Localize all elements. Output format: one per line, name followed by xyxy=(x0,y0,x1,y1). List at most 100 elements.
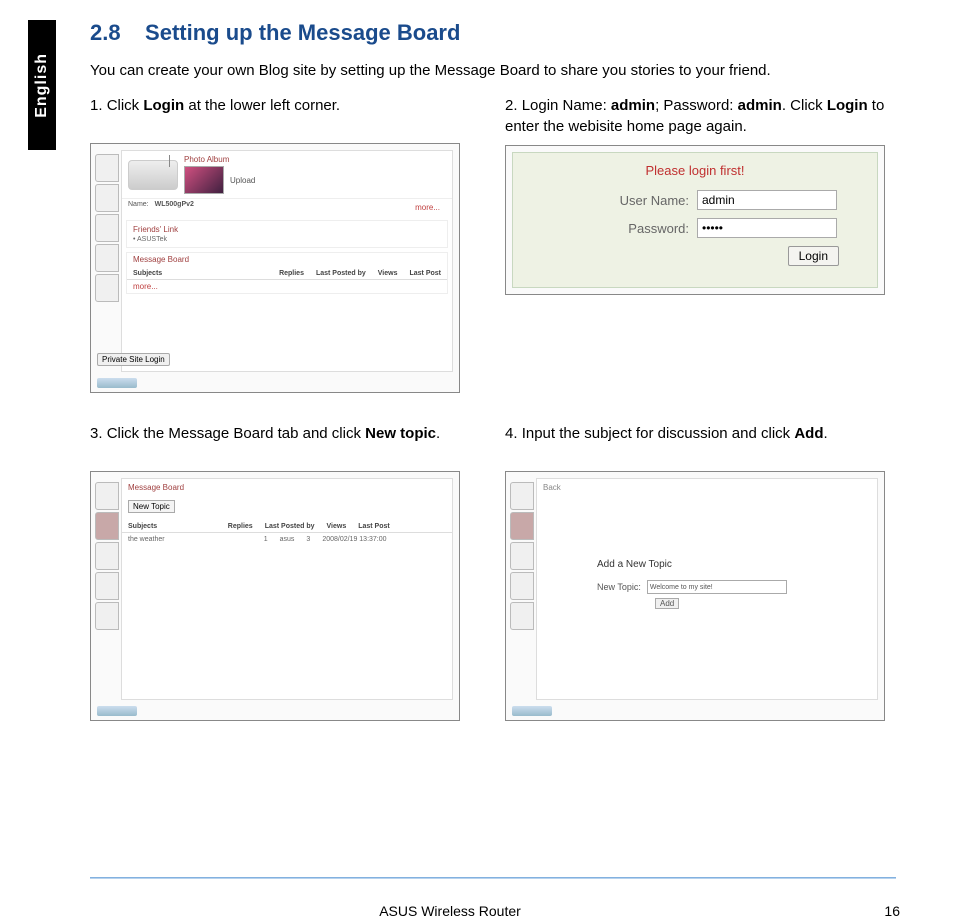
col-views: Views xyxy=(378,270,398,277)
friends-link-item: • ASUSTek xyxy=(133,236,441,243)
friends-link-title: Friends' Link xyxy=(133,225,441,234)
step-2-b2: admin xyxy=(738,97,782,114)
login-prompt: Please login first! xyxy=(523,163,867,178)
screenshot-step-3: Message Board New Topic Subjects Replies… xyxy=(90,471,460,721)
password-input: ••••• xyxy=(697,218,837,238)
message-board-title: Message Board xyxy=(127,253,447,266)
mb-row: the weather 1 asus 3 2008/02/19 13:37:00 xyxy=(122,533,452,546)
mini-tab-active xyxy=(510,512,534,540)
step-2-num: 2. xyxy=(505,97,518,114)
row-lastby: asus xyxy=(280,536,295,543)
login-panel: Please login first! User Name: admin Pas… xyxy=(512,152,878,288)
mini-tab xyxy=(95,274,119,302)
section-heading: 2.8 Setting up the Message Board xyxy=(90,20,890,46)
mini-tab xyxy=(95,244,119,272)
photo-album-title: Photo Album xyxy=(184,155,446,164)
step-2-b1: admin xyxy=(611,97,655,114)
mini-main-panel: Photo Album Upload Name: WL500gPv2 xyxy=(121,150,453,372)
row-lastpost: 2008/02/19 13:37:00 xyxy=(322,536,446,543)
step-3-text: 3. Click the Message Board tab and click… xyxy=(90,423,475,463)
add-button: Add xyxy=(655,598,679,609)
step-3-pre: Click the Message Board tab and click xyxy=(107,425,365,442)
login-button: Login xyxy=(788,246,839,266)
mini-tab xyxy=(95,602,119,630)
step-2-pre: Login Name: xyxy=(522,97,611,114)
step-3-bold: New topic xyxy=(365,425,436,442)
step-4-post: . xyxy=(824,425,828,442)
mini-tab xyxy=(95,214,119,242)
login-user-row: User Name: admin xyxy=(523,190,867,210)
mini-main-panel: Back Add a New Topic New Topic: Welcome … xyxy=(536,478,878,700)
col-lastpost: Last Post xyxy=(409,270,441,277)
col-replies: Replies xyxy=(279,270,304,277)
private-site-login-button: Private Site Login xyxy=(97,353,170,366)
screenshot-step-2: Please login first! User Name: admin Pas… xyxy=(505,145,885,295)
album-thumbnail xyxy=(184,166,224,194)
step-4-pre: Input the subject for discussion and cli… xyxy=(522,425,795,442)
username-input: admin xyxy=(697,190,837,210)
row-subject: the weather xyxy=(128,536,252,543)
step-2-text: 2. Login Name: admin; Password: admin. C… xyxy=(505,95,890,137)
mb-table-head: Subjects Replies Last Posted by Views La… xyxy=(122,521,452,533)
asus-logo xyxy=(512,706,552,716)
router-icon xyxy=(128,160,178,190)
password-label: Password: xyxy=(599,221,689,236)
name-label: Name: xyxy=(128,201,149,214)
add-topic-title: Add a New Topic xyxy=(597,559,847,570)
mini-header: Photo Album Upload xyxy=(122,151,452,199)
username-label: User Name: xyxy=(599,193,689,208)
asus-logo xyxy=(97,378,137,388)
more-link: more... xyxy=(409,201,446,214)
footer-title: ASUS Wireless Router xyxy=(0,903,900,919)
row-replies: 1 xyxy=(264,536,268,543)
friends-link-section: Friends' Link • ASUSTek xyxy=(126,220,448,248)
step-3-post: . xyxy=(436,425,440,442)
mb-more: more... xyxy=(127,280,447,293)
mini-tab xyxy=(95,572,119,600)
heading-text: Setting up the Message Board xyxy=(145,20,460,45)
language-tab-label: English xyxy=(33,53,51,118)
mini-main-panel: Message Board New Topic Subjects Replies… xyxy=(121,478,453,700)
step-1-post: at the lower left corner. xyxy=(184,97,340,114)
step-1-text: 1. Click Login at the lower left corner. xyxy=(90,95,475,135)
col-subjects: Subjects xyxy=(128,523,216,530)
message-board-section: Message Board Subjects Replies Last Post… xyxy=(126,252,448,294)
col-lastpost: Last Post xyxy=(358,523,446,530)
new-topic-input: Welcome to my site! xyxy=(647,580,787,594)
mini-tab xyxy=(510,482,534,510)
step-4-bold: Add xyxy=(794,425,823,442)
mini-tab xyxy=(510,572,534,600)
name-value: WL500gPv2 xyxy=(155,201,194,214)
col-views: Views xyxy=(327,523,347,530)
mini-tab xyxy=(95,482,119,510)
col-replies: Replies xyxy=(228,523,253,530)
col-lastby: Last Posted by xyxy=(316,270,366,277)
footer-rule xyxy=(90,877,896,879)
add-topic-row: New Topic: Welcome to my site! xyxy=(597,580,847,594)
mini-tab xyxy=(95,154,119,182)
asus-logo xyxy=(97,706,137,716)
heading-number: 2.8 xyxy=(90,20,121,45)
album-upload-label: Upload xyxy=(230,176,255,185)
mini-tabs xyxy=(95,154,119,302)
new-topic-label: New Topic: xyxy=(597,582,641,592)
step-2-mid: ; Password: xyxy=(655,97,738,114)
login-pass-row: Password: ••••• xyxy=(523,218,867,238)
screenshot-step-1: Photo Album Upload Name: WL500gPv2 xyxy=(90,143,460,393)
col-lastby: Last Posted by xyxy=(265,523,315,530)
step-1-bold: Login xyxy=(143,97,184,114)
step-3-num: 3. xyxy=(90,425,103,442)
step-2-b3: Login xyxy=(827,97,868,114)
mini-tabs xyxy=(95,482,119,630)
col-subjects: Subjects xyxy=(133,270,267,277)
step-4-text: 4. Input the subject for discussion and … xyxy=(505,423,890,463)
mb-title: Message Board xyxy=(122,479,452,496)
mini-tabs xyxy=(510,482,534,630)
row-views: 3 xyxy=(306,536,310,543)
mb-table-head: Subjects Replies Last Posted by Views La… xyxy=(127,268,447,280)
mini-tab-active xyxy=(95,512,119,540)
new-topic-button: New Topic xyxy=(128,500,175,513)
intro-text: You can create your own Blog site by set… xyxy=(90,60,890,81)
mini-tab xyxy=(510,602,534,630)
mini-tab xyxy=(95,184,119,212)
